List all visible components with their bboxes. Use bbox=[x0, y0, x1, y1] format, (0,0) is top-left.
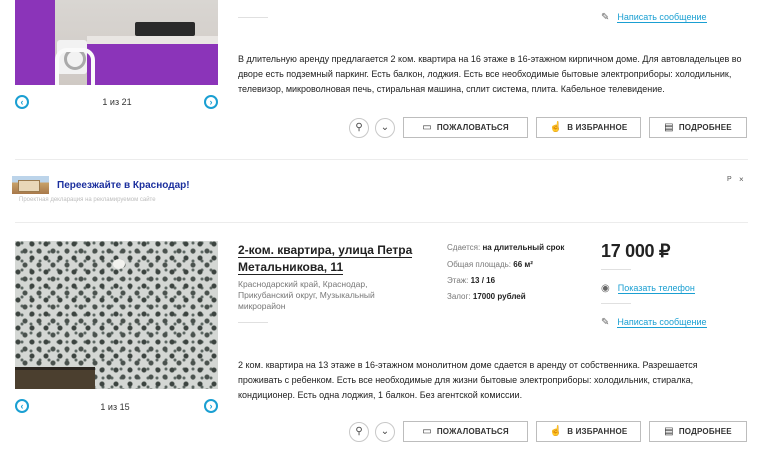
listing-photo-room[interactable] bbox=[15, 241, 218, 389]
write-message-label[interactable]: Написать сообщение bbox=[617, 12, 707, 23]
thumbs-up-icon: ☝ bbox=[549, 426, 563, 437]
listing-address: Краснодарский край, Краснодар, Прикубанс… bbox=[238, 279, 375, 311]
sofa bbox=[15, 367, 95, 389]
photo-counter: 1 из 21 bbox=[102, 97, 132, 107]
photo-prev-icon[interactable]: ‹ bbox=[15, 399, 29, 413]
listing-title-text[interactable]: 2-ком. квартира, улица Петра Метальников… bbox=[238, 243, 413, 275]
fact-value: 13 / 16 bbox=[470, 276, 496, 285]
divider bbox=[15, 222, 748, 223]
pencil-icon: ✎ bbox=[601, 12, 610, 23]
kitchen-cabinet bbox=[87, 44, 218, 85]
write-message-link-2[interactable]: ✎ Написать сообщение bbox=[601, 317, 707, 328]
fact-label: Этаж: bbox=[447, 276, 469, 285]
write-message-link-1[interactable]: ✎ Написать сообщение bbox=[601, 12, 707, 23]
kitchen-counter bbox=[87, 36, 218, 44]
flag-icon: ▭ bbox=[422, 122, 432, 133]
thumbs-up-icon: ☝ bbox=[549, 122, 563, 133]
flag-icon: ▭ bbox=[422, 426, 432, 437]
report-button[interactable]: ▭ ПОЖАЛОВАТЬСЯ bbox=[403, 421, 528, 442]
divider bbox=[238, 322, 268, 323]
divider bbox=[238, 17, 268, 18]
close-icon[interactable]: × bbox=[739, 175, 744, 184]
details-label: ПОДРОБНЕЕ bbox=[678, 427, 732, 436]
listing-title[interactable]: 2-ком. квартира, улица Петра Метальников… bbox=[238, 242, 428, 276]
details-label: ПОДРОБНЕЕ bbox=[678, 123, 732, 132]
fact-label: Сдается: bbox=[447, 243, 481, 252]
report-button[interactable]: ▭ ПОЖАЛОВАТЬСЯ bbox=[403, 117, 528, 138]
photo-next-icon[interactable]: › bbox=[204, 399, 218, 413]
fact-value: 17000 рублей bbox=[472, 292, 526, 301]
details-button[interactable]: ▤ ПОДРОБНЕЕ bbox=[649, 117, 747, 138]
listing-description: 2 ком. квартира на 13 этаже в 16-этажном… bbox=[238, 360, 698, 400]
ad-disclaimer: Проектная декларация на рекламируемом са… bbox=[19, 197, 156, 203]
map-pin-icon[interactable]: ⚲ bbox=[349, 118, 369, 138]
fact-value: 66 м² bbox=[513, 260, 533, 269]
report-label: ПОЖАЛОВАТЬСЯ bbox=[436, 123, 509, 132]
favorite-label: В ИЗБРАННОЕ bbox=[567, 427, 628, 436]
favorite-label: В ИЗБРАННОЕ bbox=[567, 123, 628, 132]
fact-area: Общая площадь: 66 м² bbox=[447, 260, 533, 269]
kitchen-cooker bbox=[135, 22, 195, 36]
divider bbox=[601, 269, 631, 270]
divider bbox=[601, 303, 631, 304]
fact-value: на длительный срок bbox=[482, 243, 565, 252]
kitchen-cabinet bbox=[15, 0, 55, 85]
divider bbox=[15, 159, 748, 160]
show-phone-link[interactable]: ◉ Показать телефон bbox=[601, 283, 695, 294]
fact-floor: Этаж: 13 / 16 bbox=[447, 276, 495, 285]
fact-deposit: Залог: 17000 рублей bbox=[447, 292, 526, 301]
chevron-down-icon[interactable]: ⌄ bbox=[375, 118, 395, 138]
pencil-icon: ✎ bbox=[601, 317, 610, 328]
lamp bbox=[113, 259, 125, 269]
document-icon: ▤ bbox=[664, 426, 674, 437]
show-phone-label[interactable]: Показать телефон bbox=[617, 283, 695, 294]
ad-thumbnail[interactable] bbox=[12, 176, 49, 194]
fact-rent: Сдается: на длительный срок bbox=[447, 243, 564, 252]
document-icon: ▤ bbox=[664, 122, 674, 133]
fact-label: Залог: bbox=[447, 292, 471, 301]
listing-photo-kitchen[interactable] bbox=[15, 0, 218, 85]
details-button[interactable]: ▤ ПОДРОБНЕЕ bbox=[649, 421, 747, 442]
listing-description: В длительную аренду предлагается 2 ком. … bbox=[238, 54, 742, 94]
listing-price: 17 000 ₽ bbox=[601, 241, 671, 261]
chair bbox=[55, 48, 95, 85]
report-label: ПОЖАЛОВАТЬСЯ bbox=[436, 427, 509, 436]
ad-marker: Р bbox=[727, 176, 732, 183]
ad-title[interactable]: Переезжайте в Краснодар! bbox=[57, 180, 190, 191]
favorite-button[interactable]: ☝ В ИЗБРАННОЕ bbox=[536, 117, 641, 138]
fact-label: Общая площадь: bbox=[447, 260, 512, 269]
write-message-label[interactable]: Написать сообщение bbox=[617, 317, 707, 328]
eye-icon: ◉ bbox=[601, 283, 610, 294]
photo-next-icon[interactable]: › bbox=[204, 95, 218, 109]
photo-prev-icon[interactable]: ‹ bbox=[15, 95, 29, 109]
photo-counter: 1 из 15 bbox=[100, 402, 130, 412]
favorite-button[interactable]: ☝ В ИЗБРАННОЕ bbox=[536, 421, 641, 442]
chevron-down-icon[interactable]: ⌄ bbox=[375, 422, 395, 442]
map-pin-icon[interactable]: ⚲ bbox=[349, 422, 369, 442]
